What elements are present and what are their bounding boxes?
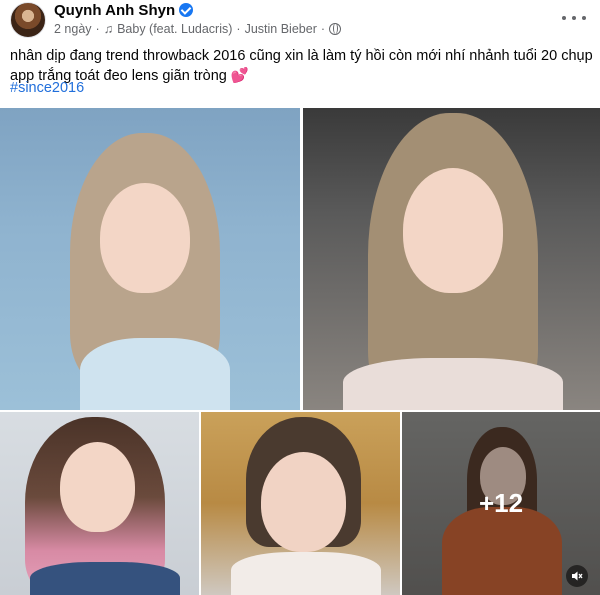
photo-body xyxy=(231,552,381,595)
gallery-photo-1[interactable] xyxy=(0,108,300,410)
music-note-icon: ♫ xyxy=(103,22,114,36)
post-time[interactable]: 2 ngày xyxy=(54,22,92,36)
meta-separator: · xyxy=(236,22,241,36)
photo-face xyxy=(60,442,135,532)
speaker-mute-icon[interactable] xyxy=(566,565,588,587)
gallery-photo-2[interactable] xyxy=(303,108,600,410)
hashtag-link[interactable]: #since2016 xyxy=(10,80,84,96)
gallery-photo-5[interactable]: +12 xyxy=(402,412,600,595)
globe-icon xyxy=(329,23,342,35)
more-options-icon[interactable] xyxy=(562,8,586,28)
verified-badge-icon xyxy=(179,3,194,17)
two-hearts-icon: 💕 xyxy=(230,68,249,84)
photo-body xyxy=(30,562,180,595)
author-avatar[interactable] xyxy=(10,2,46,38)
photo-face xyxy=(403,168,503,293)
author-name[interactable]: Quynh Anh Shyn xyxy=(54,2,194,19)
gallery-photo-4[interactable] xyxy=(201,412,400,595)
meta-separator: · xyxy=(95,22,100,36)
meta-separator: · xyxy=(320,22,326,36)
more-photos-count: +12 xyxy=(478,488,524,518)
photo-body xyxy=(80,338,230,410)
song-artist[interactable]: Justin Bieber xyxy=(245,22,317,36)
photo-face xyxy=(100,183,190,293)
caption-text: nhân dịp đang trend throwback 2016 cũng … xyxy=(10,48,593,84)
post-header: Quynh Anh Shyn 2 ngày · ♫ Baby (feat. Lu… xyxy=(0,0,600,40)
gallery-photo-3[interactable] xyxy=(0,412,199,595)
author-name-text[interactable]: Quynh Anh Shyn xyxy=(54,2,175,19)
post-meta: 2 ngày · ♫ Baby (feat. Ludacris) · Justi… xyxy=(54,22,342,36)
post-caption: nhân dịp đang trend throwback 2016 cũng … xyxy=(10,46,594,86)
photo-body xyxy=(343,358,563,410)
photo-face xyxy=(261,452,346,552)
song-title[interactable]: Baby (feat. Ludacris) xyxy=(117,22,232,36)
